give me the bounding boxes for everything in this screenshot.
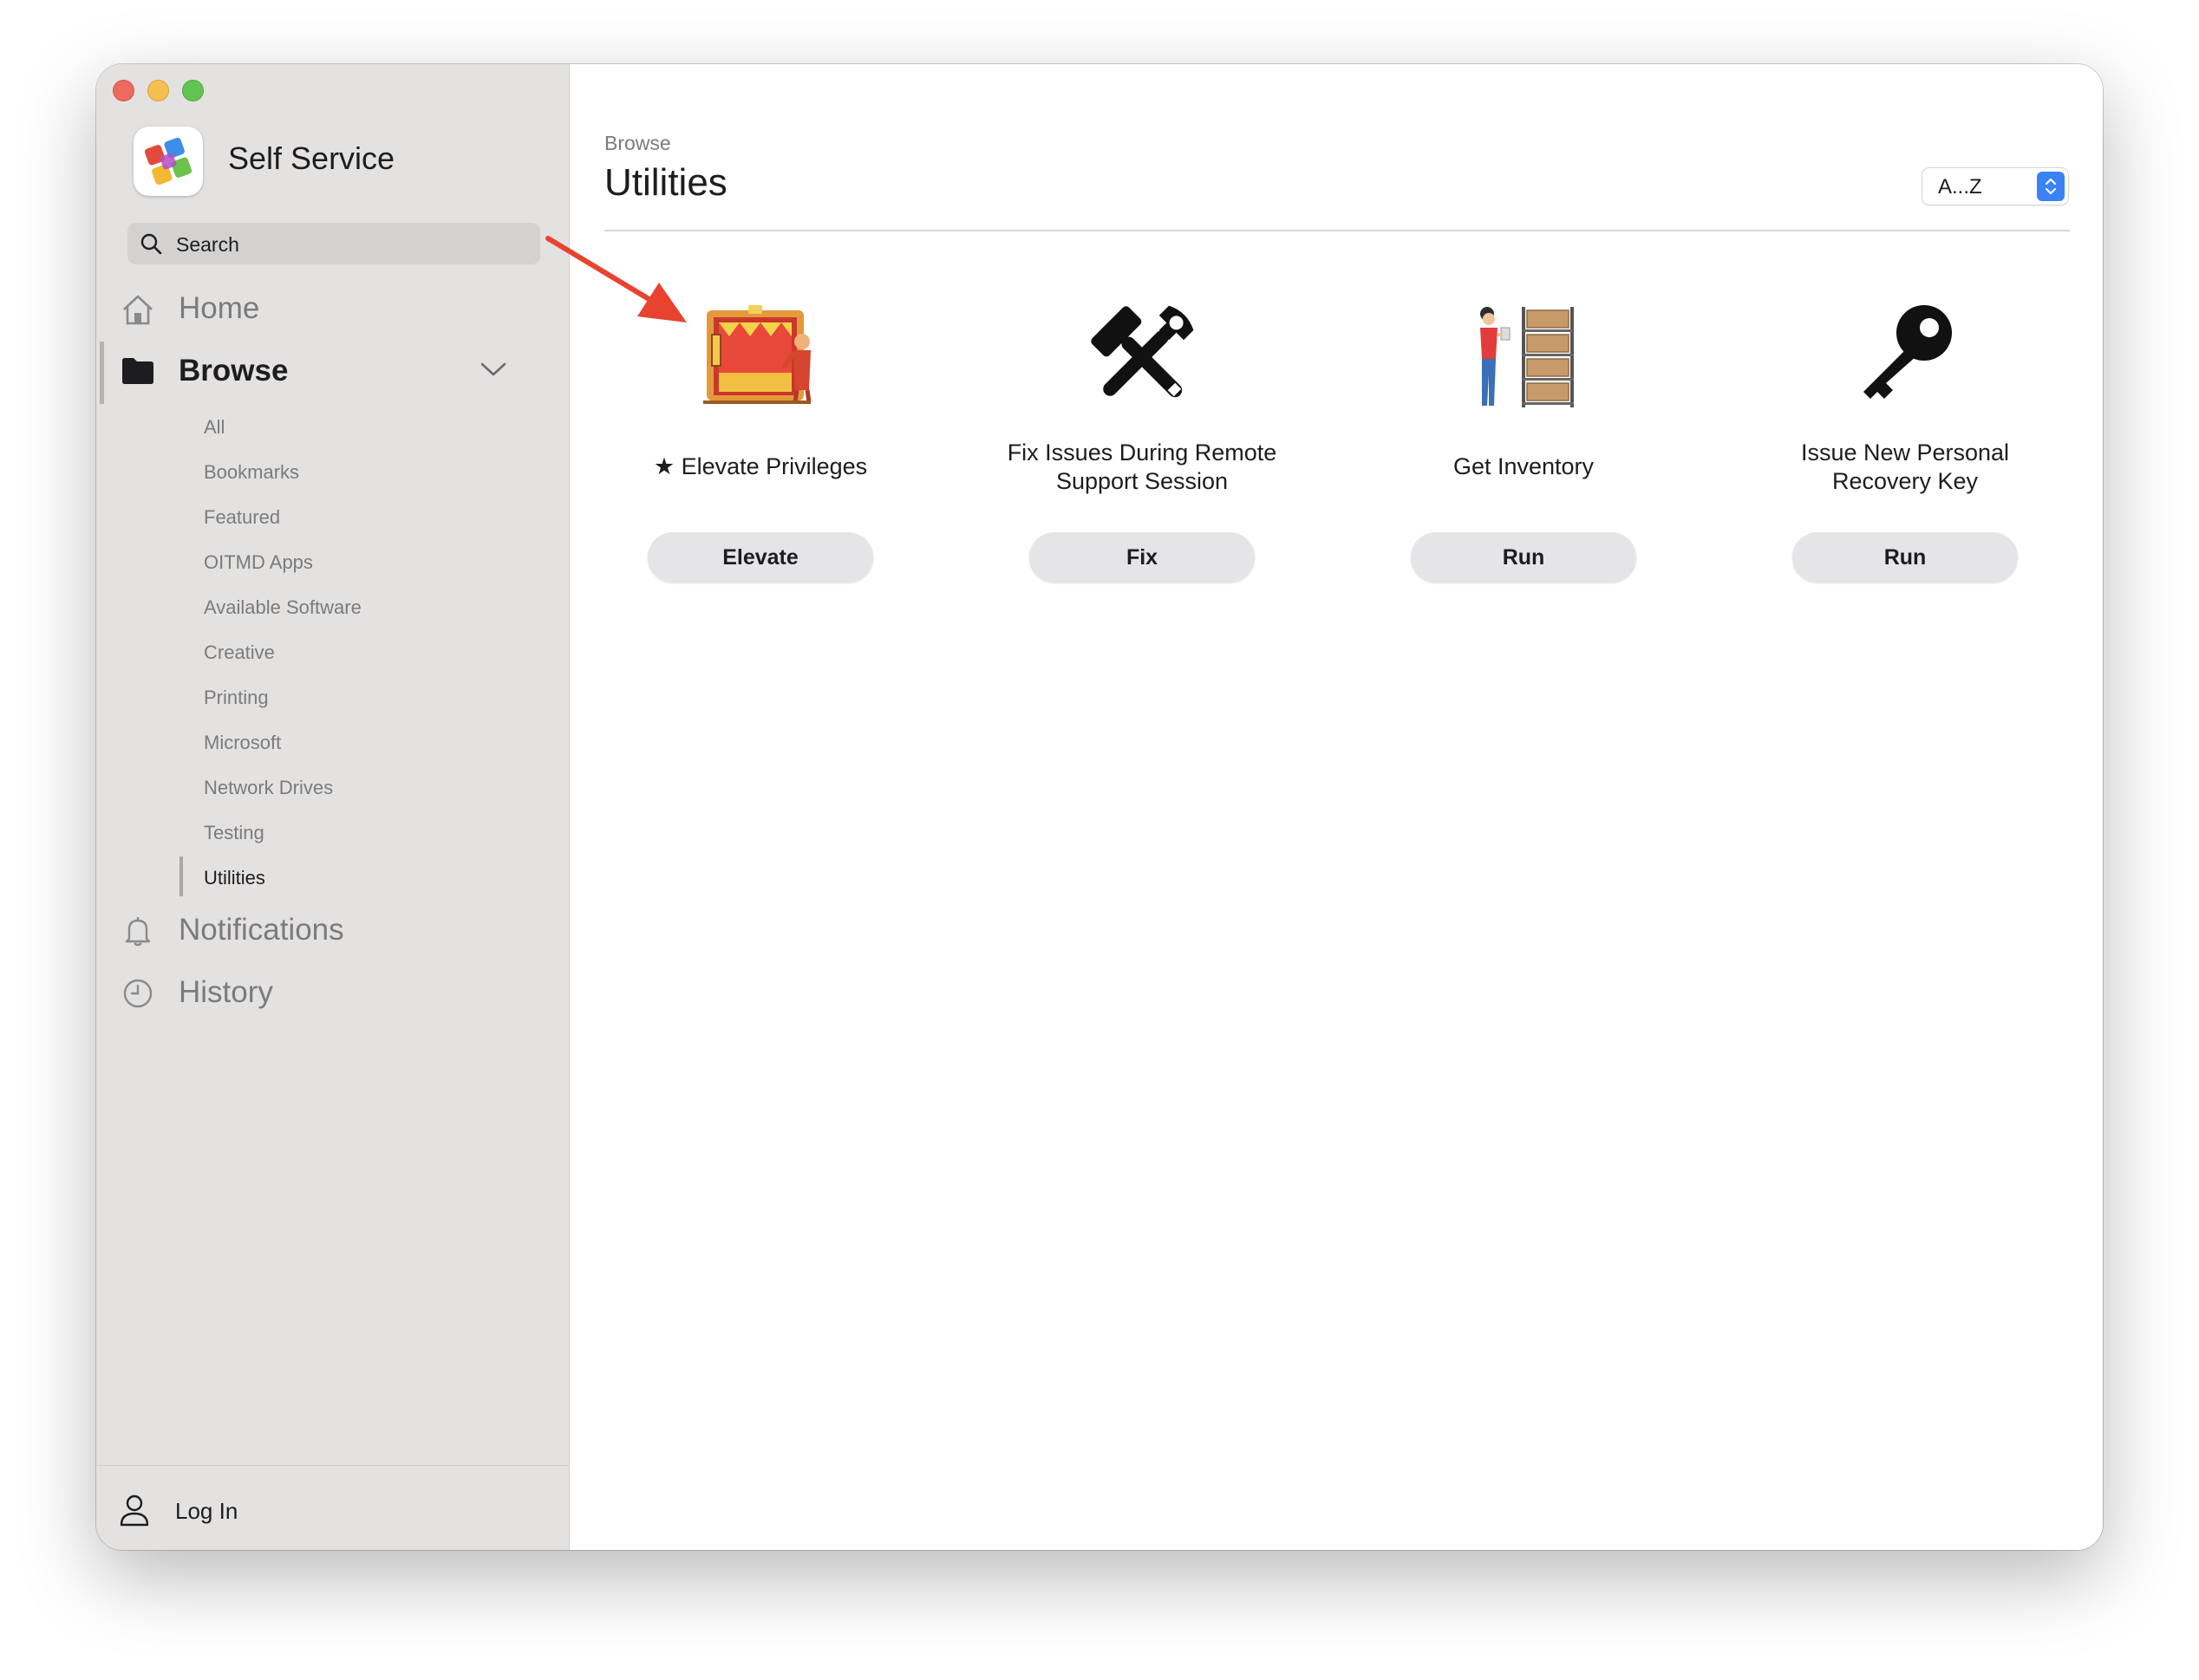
- bell-icon: [121, 915, 155, 952]
- breadcrumb[interactable]: Browse: [604, 132, 671, 155]
- item-card-get-inventory: Get Inventory Run: [1333, 296, 1714, 643]
- wrench-hammer-icon[interactable]: [1081, 296, 1203, 418]
- nav-home[interactable]: Home: [96, 283, 569, 335]
- self-service-logo: [134, 127, 203, 196]
- sidebar: Self Service Search Home Browse All Book…: [96, 64, 570, 1550]
- category-printing[interactable]: Printing: [204, 687, 269, 709]
- category-testing[interactable]: Testing: [204, 822, 264, 844]
- category-available-software[interactable]: Available Software: [204, 596, 362, 619]
- get-inventory-run-button[interactable]: Run: [1411, 532, 1636, 583]
- nav-history-label: History: [179, 975, 273, 1009]
- title-divider: [604, 230, 2070, 231]
- fix-button[interactable]: Fix: [1029, 532, 1255, 583]
- elevator-illustration-icon[interactable]: [700, 296, 821, 418]
- category-utilities[interactable]: Utilities: [204, 867, 265, 889]
- category-oitmd-apps[interactable]: OITMD Apps: [204, 551, 313, 574]
- main-content: Browse Utilities A...Z ★ Elevate Privile…: [570, 64, 2103, 1550]
- item-card-recovery-key: Issue New Personal Recovery Key Run: [1714, 296, 2096, 643]
- sidebar-divider: [96, 1465, 569, 1466]
- login-label: Log In: [175, 1498, 238, 1524]
- nav-notifications[interactable]: Notifications: [96, 904, 569, 956]
- item-name[interactable]: Get Inventory: [1333, 453, 1714, 481]
- minimize-window-button[interactable]: [147, 80, 169, 101]
- page-title: Utilities: [604, 161, 728, 204]
- elevate-button[interactable]: Elevate: [648, 532, 873, 583]
- folder-icon: [121, 355, 155, 389]
- search-field[interactable]: Search: [127, 223, 540, 264]
- bookmark-star-icon: ★: [653, 453, 675, 479]
- item-card-fix-issues: Fix Issues During Remote Support Session…: [951, 296, 1333, 643]
- category-featured[interactable]: Featured: [204, 506, 280, 529]
- category-microsoft[interactable]: Microsoft: [204, 732, 281, 754]
- category-network-drives[interactable]: Network Drives: [204, 777, 333, 799]
- clock-icon: [121, 977, 155, 1014]
- recovery-key-run-button[interactable]: Run: [1792, 532, 2018, 583]
- key-icon[interactable]: [1844, 296, 1966, 418]
- sort-label: A...Z: [1938, 175, 1982, 199]
- chevron-down-icon[interactable]: [480, 361, 507, 382]
- category-creative[interactable]: Creative: [204, 641, 275, 664]
- item-name[interactable]: Fix Issues During Remote Support Session: [951, 439, 1333, 496]
- nav-notifications-label: Notifications: [179, 913, 344, 947]
- close-window-button[interactable]: [113, 80, 134, 101]
- category-all[interactable]: All: [204, 416, 225, 439]
- login-button[interactable]: Log In: [96, 1486, 569, 1538]
- item-name[interactable]: ★ Elevate Privileges: [570, 453, 951, 481]
- nav-browse[interactable]: Browse: [96, 345, 569, 397]
- home-icon: [121, 293, 155, 330]
- self-service-window: Self Service Search Home Browse All Book…: [96, 64, 2103, 1550]
- search-icon: [140, 232, 162, 259]
- up-down-chevron-icon: [2037, 172, 2065, 201]
- inventory-shelf-icon[interactable]: [1463, 296, 1584, 418]
- item-card-elevate-privileges: ★ Elevate Privileges Elevate: [570, 296, 951, 643]
- nav-home-label: Home: [179, 291, 260, 325]
- maximize-window-button[interactable]: [182, 80, 204, 101]
- sort-select[interactable]: A...Z: [1922, 168, 2068, 205]
- search-placeholder: Search: [176, 233, 239, 256]
- item-name[interactable]: Issue New Personal Recovery Key: [1714, 439, 2096, 496]
- nav-browse-label: Browse: [179, 354, 289, 387]
- nav-history[interactable]: History: [96, 967, 569, 1019]
- category-bookmarks[interactable]: Bookmarks: [204, 461, 299, 484]
- user-icon: [119, 1493, 150, 1532]
- utilities-active-indicator: [179, 856, 183, 896]
- app-title: Self Service: [228, 140, 395, 176]
